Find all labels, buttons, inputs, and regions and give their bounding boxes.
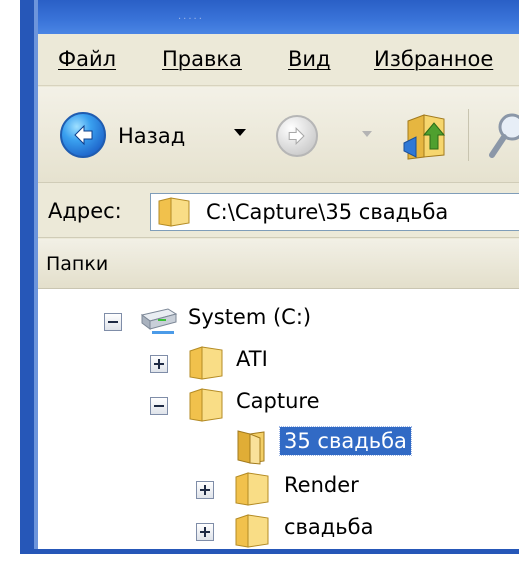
menu-favorites[interactable]: Избранное (374, 47, 493, 71)
menu-edit[interactable]: Правка (162, 47, 242, 71)
forward-history-dropdown-icon[interactable] (362, 131, 372, 137)
window-bottom-border (20, 549, 519, 554)
folder-up-icon[interactable] (400, 107, 452, 163)
tree-label[interactable]: свадьба (284, 515, 374, 539)
toolbar-separator (468, 109, 469, 161)
tree-label[interactable]: Render (284, 473, 359, 497)
explorer-window: Файл Правка Вид Избранное Назад Адрес: C… (38, 34, 519, 549)
folders-pane-title: Папки (46, 253, 109, 275)
folder-icon (189, 346, 223, 380)
tree-item-35-svadba[interactable]: 35 свадьба (38, 426, 519, 467)
forward-button[interactable] (276, 115, 318, 157)
tree-label-selected[interactable]: 35 свадьба (279, 426, 412, 456)
tree-item-render[interactable]: Render (38, 469, 519, 509)
tree-label[interactable]: ATI (236, 347, 268, 371)
tree-item-system-drive[interactable]: System (C:) (38, 301, 519, 341)
address-bar: Адрес: C:\Capture\35 свадьба (38, 184, 519, 238)
tree-label[interactable]: Capture (236, 389, 320, 413)
drive-icon (140, 308, 178, 334)
folder-icon (189, 388, 223, 422)
back-button[interactable] (60, 112, 106, 158)
back-history-dropdown-icon[interactable] (234, 129, 246, 136)
address-field[interactable]: C:\Capture\35 свадьба (150, 193, 519, 231)
tree-item-capture[interactable]: Capture (38, 385, 519, 425)
title-bar[interactable] (20, 0, 519, 34)
folders-pane-header: Папки (38, 239, 519, 289)
title-bar-grip: ····· (178, 14, 204, 25)
folder-icon (235, 514, 269, 548)
folder-icon (235, 472, 269, 506)
expand-icon[interactable] (196, 523, 214, 541)
menu-bar: Файл Правка Вид Избранное (38, 34, 519, 86)
collapse-icon[interactable] (150, 397, 168, 415)
collapse-icon[interactable] (104, 313, 122, 331)
tree-item-svadba[interactable]: свадьба (38, 511, 519, 549)
address-label: Адрес: (48, 199, 122, 223)
forward-arrow-icon (288, 126, 305, 146)
back-arrow-icon (74, 124, 93, 146)
window-frame: ····· Файл Правка Вид Избранное Назад Ад… (0, 0, 519, 561)
address-value[interactable]: C:\Capture\35 свадьба (206, 200, 448, 224)
folder-icon (158, 197, 190, 227)
menu-file[interactable]: Файл (58, 47, 116, 71)
search-icon[interactable] (482, 107, 519, 163)
menu-view[interactable]: Вид (288, 47, 331, 71)
toolbar: Назад (38, 87, 519, 183)
open-folder-icon (237, 430, 265, 465)
tree-item-ati[interactable]: ATI (38, 343, 519, 383)
expand-icon[interactable] (196, 481, 214, 499)
tree-label[interactable]: System (C:) (188, 305, 311, 329)
folders-pane: Папки System (C:) ATI Capture 35 свадьба… (38, 239, 519, 549)
expand-icon[interactable] (150, 355, 168, 373)
back-button-label[interactable]: Назад (118, 124, 185, 148)
